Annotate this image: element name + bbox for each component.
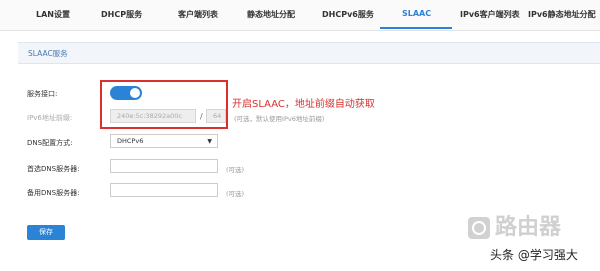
dns-mode-value: DHCPv6	[117, 137, 144, 145]
chevron-down-icon: ▼	[207, 138, 212, 145]
dns-mode-select[interactable]: DHCPv6 ▼	[110, 134, 218, 148]
author-credit: 头条 @学习强大	[490, 248, 578, 262]
tab-ipv6-client-list[interactable]: IPv6客户端列表	[460, 9, 520, 20]
ipv6-prefix-label: IPv6地址前缀:	[27, 114, 73, 122]
section-title: SLAAC服务	[28, 49, 68, 58]
section-header: SLAAC服务	[18, 42, 600, 64]
primary-dns-input[interactable]	[110, 159, 218, 173]
tab-slaac[interactable]: SLAAC	[402, 9, 431, 18]
secondary-dns-input[interactable]	[110, 183, 218, 197]
tab-client-list[interactable]: 客户端列表	[178, 9, 218, 20]
primary-dns-label: 首选DNS服务器:	[27, 165, 80, 173]
tab-static-address[interactable]: 静态地址分配	[247, 9, 295, 20]
watermark-text: 路由器	[495, 215, 562, 240]
tab-bar: LAN设置 DHCP服务 客户端列表 静态地址分配 DHCPv6服务 SLAAC…	[0, 0, 600, 31]
router-logo-icon	[468, 217, 490, 239]
dns-mode-label: DNS配置方式:	[27, 139, 73, 147]
save-button[interactable]: 保存	[27, 225, 65, 240]
secondary-dns-hint: (可选)	[226, 190, 245, 198]
active-tab-indicator	[380, 27, 452, 29]
primary-dns-hint: (可选)	[226, 166, 245, 174]
tab-dhcpv6-service[interactable]: DHCPv6服务	[322, 9, 374, 20]
tab-dhcp-service[interactable]: DHCP服务	[101, 9, 142, 20]
annotation-text: 开启SLAAC，地址前缀自动获取	[232, 99, 375, 110]
service-interface-label: 服务接口:	[27, 90, 58, 98]
annotation-highlight-box	[100, 80, 228, 129]
ipv6-prefix-hint: (可选，默认使用IPv6地址前缀)	[234, 115, 325, 123]
tab-ipv6-static-address[interactable]: IPv6静态地址分配	[528, 9, 596, 20]
tab-lan-settings[interactable]: LAN设置	[36, 9, 70, 20]
secondary-dns-label: 备用DNS服务器:	[27, 189, 80, 197]
